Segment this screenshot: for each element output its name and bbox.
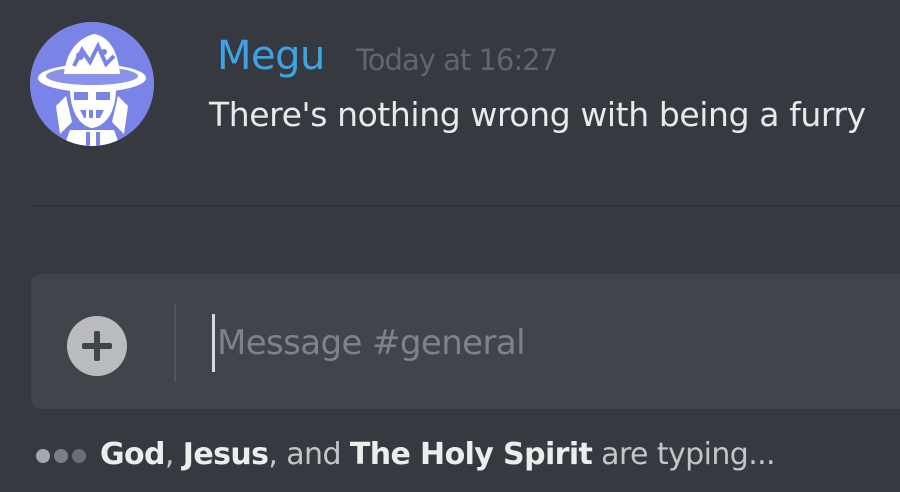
witch-hat-skull-icon: [30, 22, 154, 146]
typing-separator: ,: [164, 437, 183, 472]
typing-suffix: are typing...: [592, 437, 775, 472]
message-divider: [32, 205, 900, 207]
message-username[interactable]: Megu: [217, 30, 325, 82]
composer-separator: [174, 304, 176, 382]
message-timestamp: Today at 16:27: [356, 43, 558, 77]
typing-user: God: [100, 437, 166, 472]
typing-separator: , and: [268, 437, 350, 472]
chat-window: Megu Today at 16:27 There's nothing wron…: [0, 0, 900, 492]
message-composer: [31, 274, 900, 409]
message-input[interactable]: [211, 312, 867, 374]
text-cursor: [212, 314, 215, 372]
typing-indicator: God, Jesus, and The Holy Spirit are typi…: [36, 429, 776, 480]
typing-user: The Holy Spirit: [349, 437, 593, 472]
chat-message: Megu Today at 16:27 There's nothing wron…: [0, 0, 900, 205]
message-content: There's nothing wrong with being a furry: [209, 95, 866, 134]
typing-user: Jesus: [182, 437, 269, 472]
typing-dots-icon: [36, 429, 90, 479]
user-avatar[interactable]: [30, 22, 154, 146]
upload-button[interactable]: [67, 316, 127, 376]
plus-circle-icon: [82, 331, 112, 361]
